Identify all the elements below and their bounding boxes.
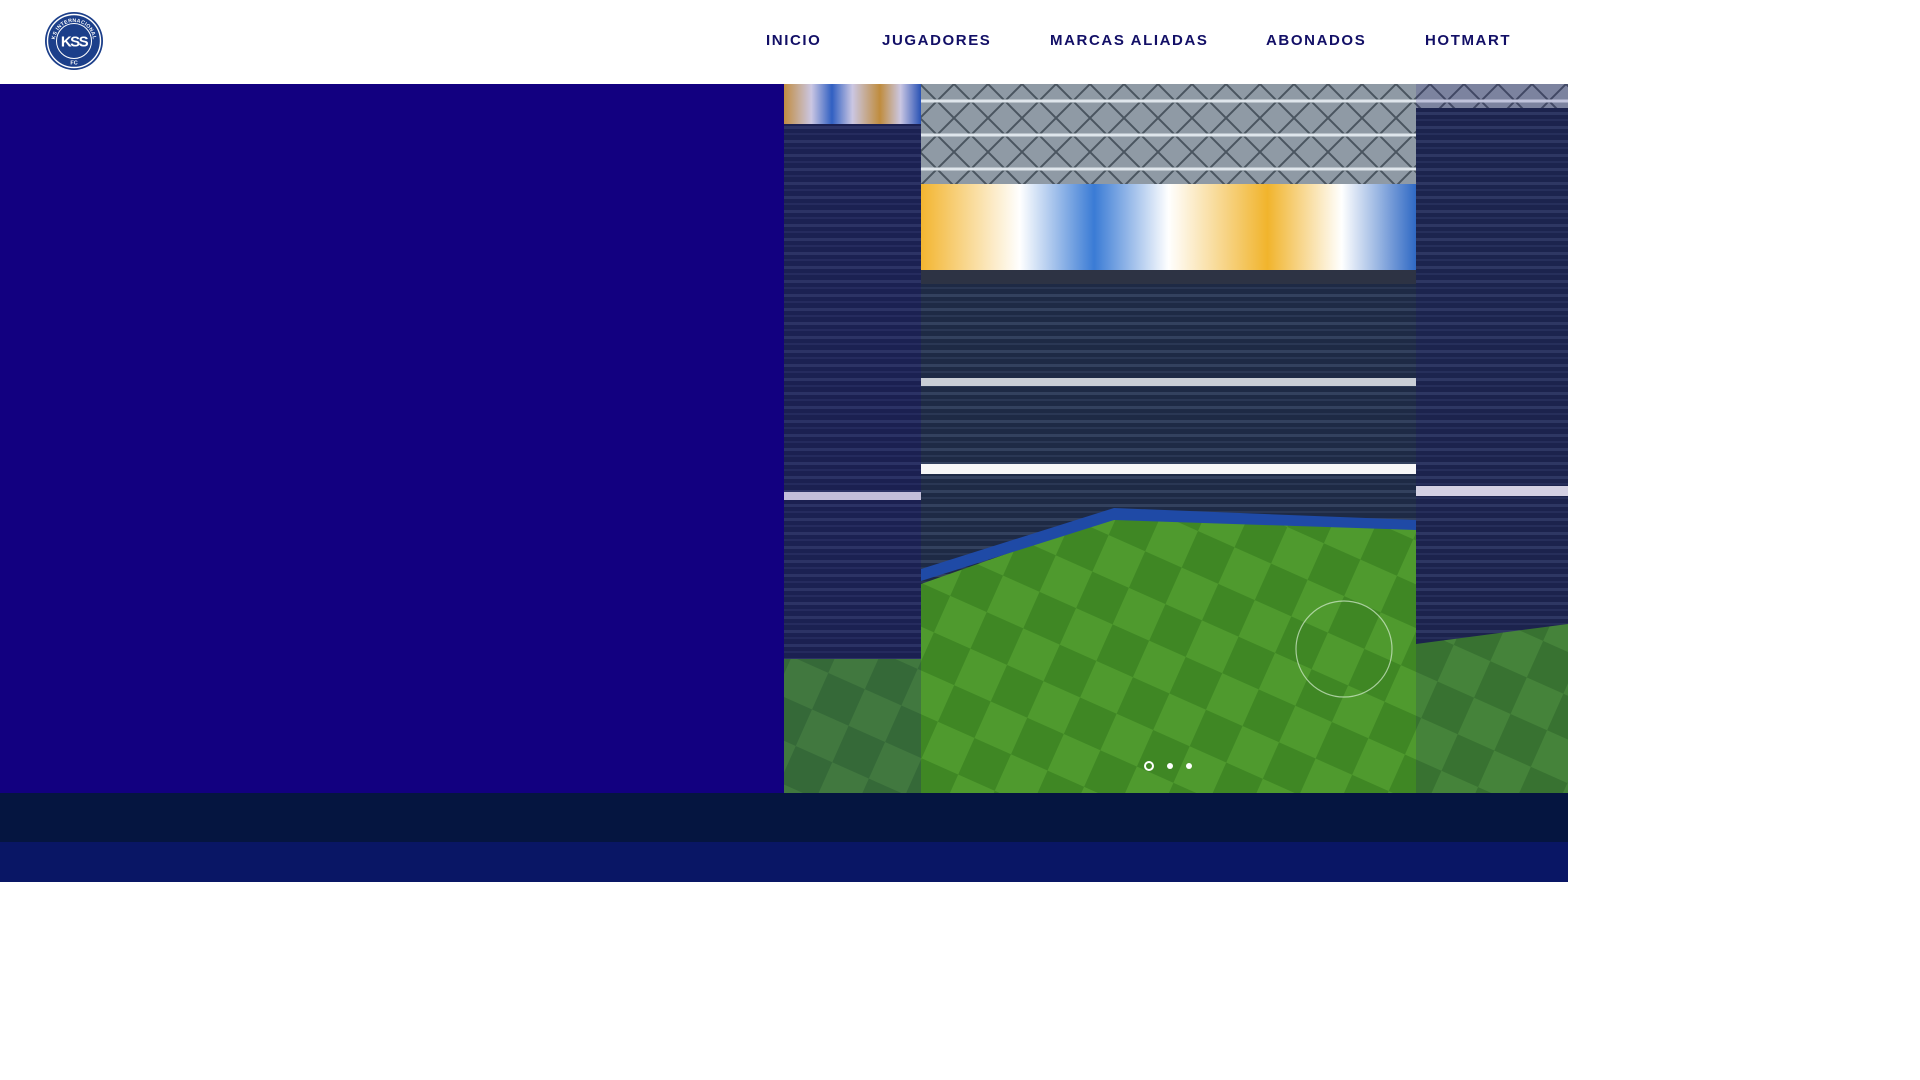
logo-fc-text: FC (70, 61, 77, 67)
gallery-dot-2[interactable] (1167, 763, 1173, 769)
nav-item-hotmart[interactable]: HOTMART (1425, 30, 1511, 52)
site-header: KS INTERNACIONAL KSS FC INICIO JUGADORES… (0, 0, 1568, 84)
dark-strip (0, 793, 1568, 842)
gallery-dot-3[interactable] (1186, 763, 1192, 769)
main-nav: INICIO JUGADORES MARCAS ALIADAS ABONADOS… (0, 30, 1568, 52)
nav-item-abonados[interactable]: ABONADOS (1266, 30, 1366, 52)
nav-item-marcas-aliadas[interactable]: MARCAS ALIADAS (1050, 30, 1209, 52)
stadium-gallery[interactable] (784, 84, 1568, 793)
blue-strip (0, 842, 1568, 882)
hero-section (0, 84, 1568, 793)
gallery-dot-1[interactable] (1144, 761, 1154, 771)
page: KS INTERNACIONAL KSS FC INICIO JUGADORES… (0, 0, 1568, 882)
gallery-active-slide (921, 84, 1416, 793)
stadium-image (784, 84, 1568, 793)
gallery-right-preview (1416, 84, 1568, 793)
nav-item-inicio[interactable]: INICIO (766, 30, 821, 52)
nav-item-jugadores[interactable]: JUGADORES (882, 30, 991, 52)
gallery-left-preview (784, 84, 921, 793)
